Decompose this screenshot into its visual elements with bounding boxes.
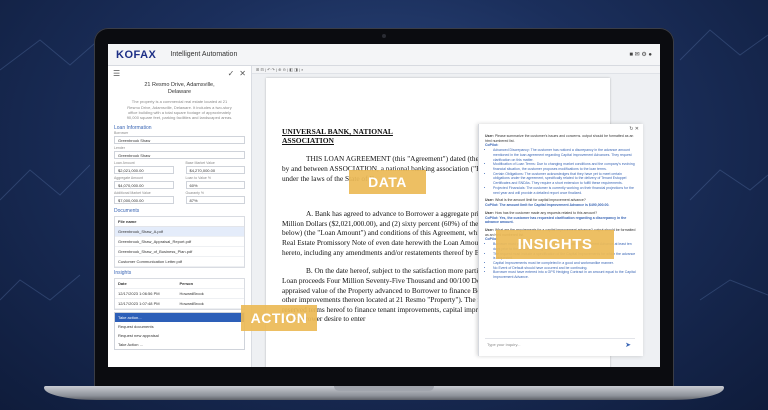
left-panel: ☰ ✓ ✕ 21 Resmo Drive, Adamsville, Delawa…: [108, 66, 252, 367]
take-action-select[interactable]: Take Action ...: [115, 340, 244, 349]
chat-header[interactable]: ↻ ✕: [479, 124, 643, 134]
viewer-toolbar[interactable]: ⊞ ⊟ | ↶ ↷ | ⊕ ⊖ | ◧ ◨ | ⌕: [252, 66, 660, 74]
property-address: 21 Resmo Drive, Adamsville, Delaware: [144, 82, 215, 96]
field-row: Aggregate Amount $4,070,000.00 Loan to V…: [108, 176, 251, 191]
laptop-notch: [334, 386, 434, 391]
send-icon[interactable]: ➤: [625, 341, 631, 349]
list-item[interactable]: Customer Communication Letter.pdf: [115, 257, 244, 267]
data-label: DATA: [349, 170, 426, 194]
action-label: ACTION: [241, 305, 317, 331]
chat-message: User: Please summarize the customer's is…: [479, 134, 643, 195]
menu-item-take-action[interactable]: Take action...: [115, 312, 244, 322]
header-icons[interactable]: ■ ✉ ⚙ ●: [629, 51, 652, 58]
field-row: Additional Market Value $7,000,000.00 Gu…: [108, 191, 251, 206]
documents-title: Documents: [114, 207, 140, 214]
list-item[interactable]: Greenbrook_Shaw_of_Business_Plan.pdf: [115, 247, 244, 257]
insights-title: Insights: [114, 269, 132, 276]
borrower-label: Borrower: [114, 130, 129, 135]
ltv-field[interactable]: 60%: [185, 180, 245, 189]
market-value-field[interactable]: $4,270,000.00: [185, 165, 245, 174]
action-menu: Take action... Request documents Request…: [114, 311, 245, 350]
lender-label: Lender: [114, 145, 125, 150]
check-icon[interactable]: ✓: [228, 69, 235, 78]
additional-value-field[interactable]: $7,000,000.00: [114, 195, 174, 204]
left-toolbar: ☰ ✓ ✕: [108, 66, 251, 80]
field-row: Loan Amount $2,021,000.00 Base Market Va…: [108, 161, 251, 176]
bank-title: UNIVERSAL BANK, NATIONAL ASSOCIATION: [282, 127, 393, 145]
chat-message: User: How has the customer made any requ…: [485, 210, 627, 225]
aggregate-amount-field[interactable]: $4,070,000.00: [114, 180, 174, 189]
insights-label: INSIGHTS: [496, 230, 614, 259]
camera: [382, 34, 386, 38]
insights-table: Date Person 12/17/2023 1:06:56 PM Howard…: [114, 277, 245, 310]
table-header: Date Person: [115, 279, 244, 289]
list-item[interactable]: Greenbrook_Shaw_A.pdf: [115, 226, 244, 237]
property-description: The property is a commercial real estate…: [126, 99, 233, 121]
kofax-logo[interactable]: KOFAX: [116, 49, 156, 61]
chat-input[interactable]: Type your inquiry... ➤: [485, 338, 635, 350]
menu-icon[interactable]: ☰: [113, 69, 120, 78]
app-title: Intelligent Automation: [170, 51, 238, 58]
documents-list: File name Greenbrook_Shaw_A.pdf Greenbro…: [114, 215, 245, 268]
guaranty-field[interactable]: 87%: [185, 195, 245, 204]
loan-amount-field[interactable]: $2,021,000.00: [114, 165, 174, 174]
chat-message: User: What is the amount limit for capit…: [485, 198, 610, 208]
app-header: KOFAX Intelligent Automation ■ ✉ ⚙ ●: [108, 44, 660, 66]
borrower-field[interactable]: Greenbrook Shaw: [114, 135, 245, 144]
file-name-header: File name: [115, 217, 244, 227]
lender-field[interactable]: Greenbrook Shaw: [114, 150, 245, 159]
close-icon[interactable]: ✕: [239, 69, 246, 78]
menu-item-request-appraisal[interactable]: Request new appraisal: [115, 331, 244, 340]
table-row[interactable]: 12/17/2023 1:06:56 PM HowardBrook: [115, 289, 244, 299]
menu-item-request-documents[interactable]: Request documents: [115, 322, 244, 331]
table-row[interactable]: 12/17/2023 1:07:48 PM HowardBrook: [115, 299, 244, 309]
list-item[interactable]: Greenbrook_Shaw_Appraisal_Report.pdf: [115, 237, 244, 247]
